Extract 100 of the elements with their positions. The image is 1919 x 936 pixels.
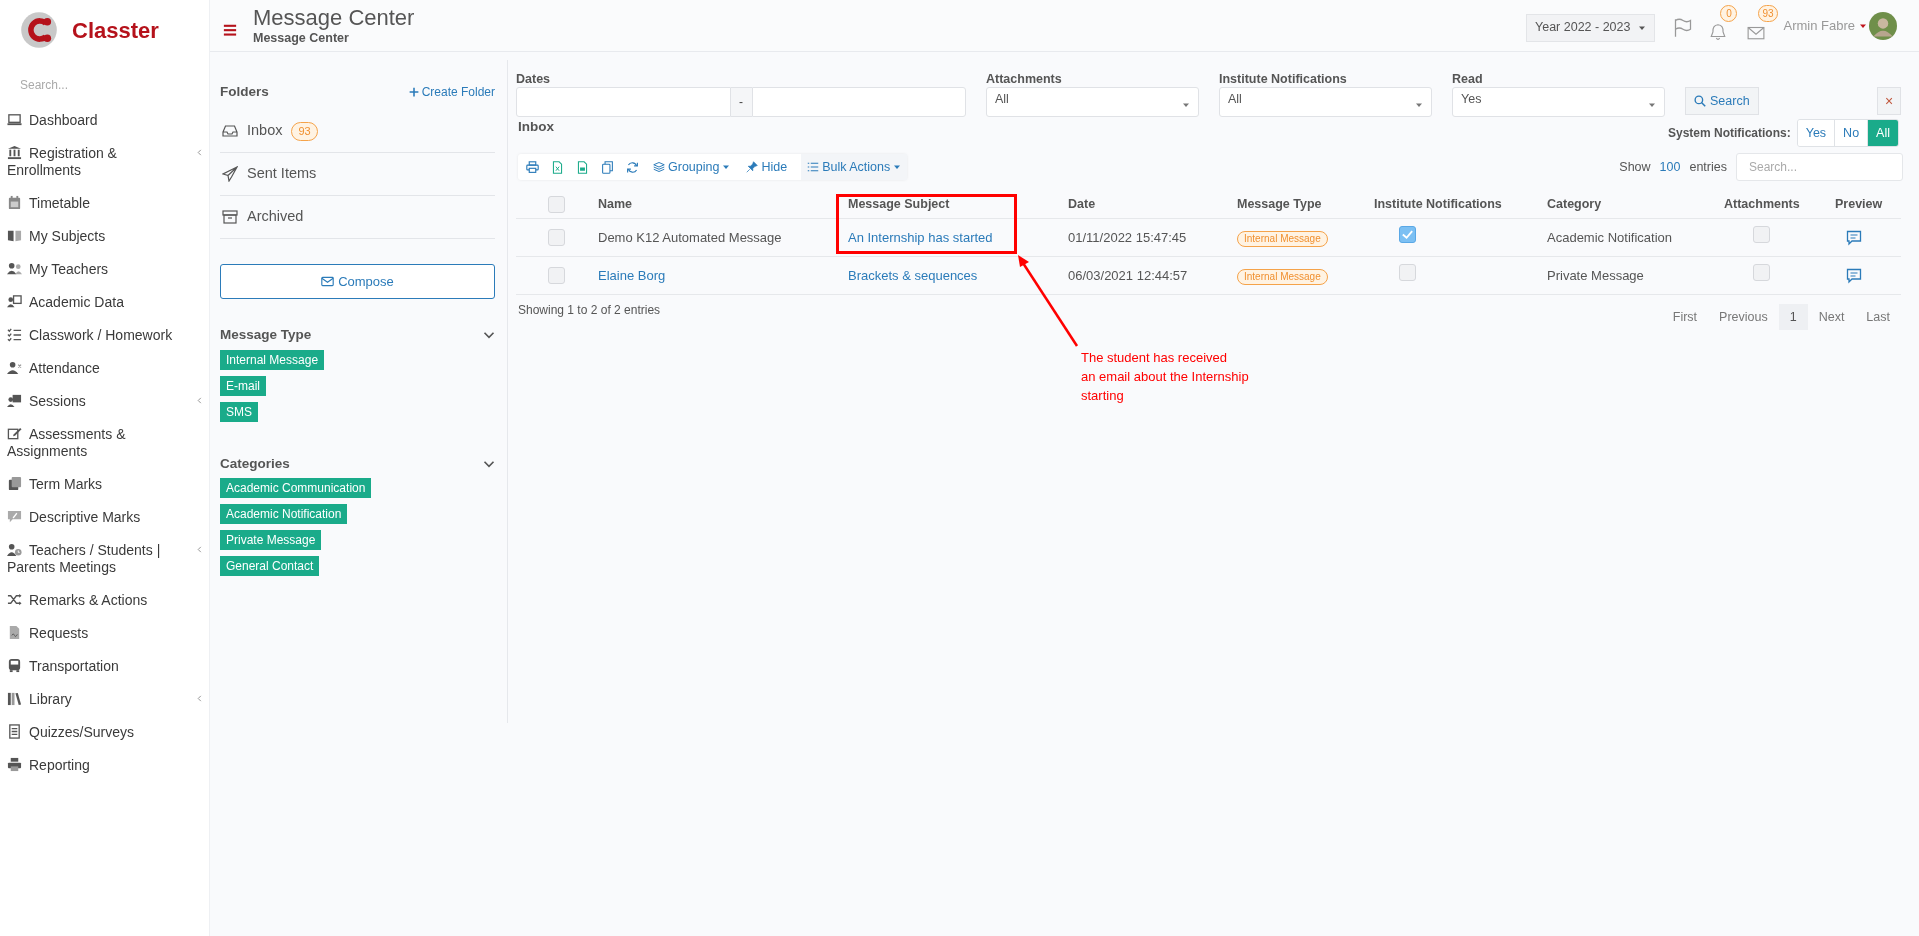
pagination-button[interactable]: 1 (1778, 304, 1808, 330)
date-from-field[interactable] (516, 87, 731, 117)
sidebar-item[interactable]: My Subjects (0, 220, 209, 253)
sidebar-item[interactable]: Library (0, 683, 209, 716)
sidebar-item[interactable]: Classwork / Homework (0, 319, 209, 352)
checkbox[interactable] (1399, 226, 1416, 244)
table-cell-text: 01/11/2022 15:47:45 (1067, 228, 1188, 247)
table-search-field[interactable]: Search... (1736, 153, 1903, 181)
column-header[interactable]: Name (598, 195, 633, 214)
page-size-selector[interactable]: 100 (1655, 157, 1685, 177)
sidebar-item[interactable]: Registration & Enrollments (0, 137, 209, 187)
toggle-option[interactable]: No (1834, 120, 1868, 146)
subject-link[interactable]: Brackets & sequences (848, 265, 978, 286)
column-header[interactable]: Date (1068, 195, 1096, 214)
sidebar-item[interactable]: Transportation (0, 650, 209, 683)
column-header[interactable]: Attachments (1724, 195, 1800, 214)
type-badge: Internal Message (1237, 230, 1328, 247)
sidebar-item[interactable]: Requests (0, 617, 209, 650)
folder-item[interactable]: Archived (220, 196, 495, 240)
menu-icon[interactable] (223, 22, 237, 37)
toggle-option[interactable]: Yes (1797, 120, 1835, 146)
printer-icon (7, 757, 22, 772)
toolbar-button[interactable]: Bulk Actions (801, 154, 908, 180)
sidebar-item[interactable]: Timetable (0, 187, 209, 220)
date-to-field[interactable] (751, 87, 966, 117)
entries-label: entries (1689, 158, 1727, 176)
year-dropdown[interactable]: Year 2022 - 2023 (1526, 13, 1656, 42)
select-field[interactable]: Yes (1452, 87, 1665, 117)
table-cell-text: Academic Notification (1546, 228, 1673, 247)
field-label: System Notifications: (1668, 125, 1791, 142)
flag-icon[interactable] (1673, 17, 1694, 38)
create-folder-link[interactable]: Create Folder (408, 83, 495, 102)
clear-button[interactable]: × (1877, 87, 1901, 115)
column-header[interactable]: Institute Notifications (1374, 195, 1502, 214)
sender-link[interactable]: Elaine Borg (598, 265, 666, 286)
date-separator: - (730, 87, 752, 117)
section-heading: Message Type (220, 326, 312, 345)
column-header[interactable]: Preview (1835, 195, 1883, 214)
sidebar-item[interactable]: Reporting (0, 749, 209, 782)
sidebar-item[interactable]: Academic Data (0, 286, 209, 319)
layers-icon (653, 161, 665, 173)
column-header[interactable]: Message Type (1237, 195, 1322, 214)
type-badge: Internal Message (1237, 268, 1328, 285)
brand-name: Classter (72, 16, 159, 45)
calendar-icon (7, 195, 22, 210)
toolbar-button[interactable]: Hide (744, 154, 790, 180)
search-button[interactable]: Search (1685, 87, 1759, 115)
checkbox[interactable] (547, 196, 565, 213)
compose-button[interactable]: Compose (220, 264, 495, 300)
copy-icon[interactable] (601, 160, 614, 174)
sidebar-item[interactable]: Remarks & Actions (0, 584, 209, 617)
sidebar-item[interactable]: Dashboard (0, 104, 209, 137)
sidebar-item[interactable]: Quizzes/Surveys (0, 716, 209, 749)
bus-icon (7, 658, 22, 673)
pagination-button[interactable]: Last (1855, 304, 1901, 330)
sidebar-item[interactable]: My Teachers (0, 253, 209, 286)
spreadsheet-file-icon[interactable] (551, 160, 564, 174)
sidebar-item[interactable]: Teachers / Students | Parents Meetings (0, 534, 209, 584)
checkbox[interactable] (547, 229, 565, 246)
caret-down-icon (1415, 101, 1423, 109)
select-field[interactable]: All (986, 87, 1199, 117)
printer-icon[interactable] (526, 160, 539, 174)
folder-item[interactable]: Sent Items (220, 153, 495, 197)
checkbox[interactable] (1399, 264, 1416, 282)
monitor-icon (7, 112, 22, 127)
column-header[interactable]: Message Subject (848, 195, 950, 214)
notification-count: 0 (1720, 4, 1738, 22)
sidebar-item[interactable]: Assessments & Assignments (0, 418, 209, 468)
book-icon (7, 228, 22, 243)
sidebar-item[interactable]: Term Marks (0, 468, 209, 501)
checkbox[interactable] (1753, 264, 1770, 282)
csv-file-icon[interactable] (576, 160, 589, 174)
speech-bubble-icon[interactable] (1846, 267, 1862, 284)
comment-pencil-icon (7, 509, 22, 524)
user-x-icon (7, 360, 22, 375)
pagination-button[interactable]: Next (1807, 304, 1856, 330)
sidebar-item[interactable]: Descriptive Marks (0, 501, 209, 534)
column-header[interactable]: Category (1547, 195, 1602, 214)
sidebar-item[interactable]: Sessions (0, 385, 209, 418)
paper-plane-icon (222, 166, 238, 183)
checkbox[interactable] (1753, 226, 1770, 244)
checkbox[interactable] (547, 267, 565, 284)
search-icon (1694, 95, 1706, 107)
list-icon (807, 161, 820, 173)
sidebar-item[interactable]: Attendance (0, 352, 209, 385)
folder-item[interactable]: Inbox 93 (220, 110, 495, 154)
page-title: Message Center (253, 6, 415, 29)
pagination-button[interactable]: Previous (1708, 304, 1779, 330)
user-chart-icon (7, 294, 22, 309)
select-field[interactable]: All (1219, 87, 1432, 117)
subject-link[interactable]: An Internship has started (848, 227, 993, 248)
refresh-icon[interactable] (626, 160, 639, 174)
pagination-button[interactable]: First (1661, 304, 1709, 330)
checklist-icon (7, 327, 22, 342)
shuffle-icon (7, 592, 22, 607)
bell-icon[interactable] (1709, 22, 1728, 41)
speech-bubble-icon[interactable] (1846, 229, 1862, 246)
unread-count: 93 (291, 121, 318, 141)
field-label: Institute Notifications (1219, 71, 1348, 87)
toolbar-button[interactable]: Grouping (651, 154, 733, 180)
